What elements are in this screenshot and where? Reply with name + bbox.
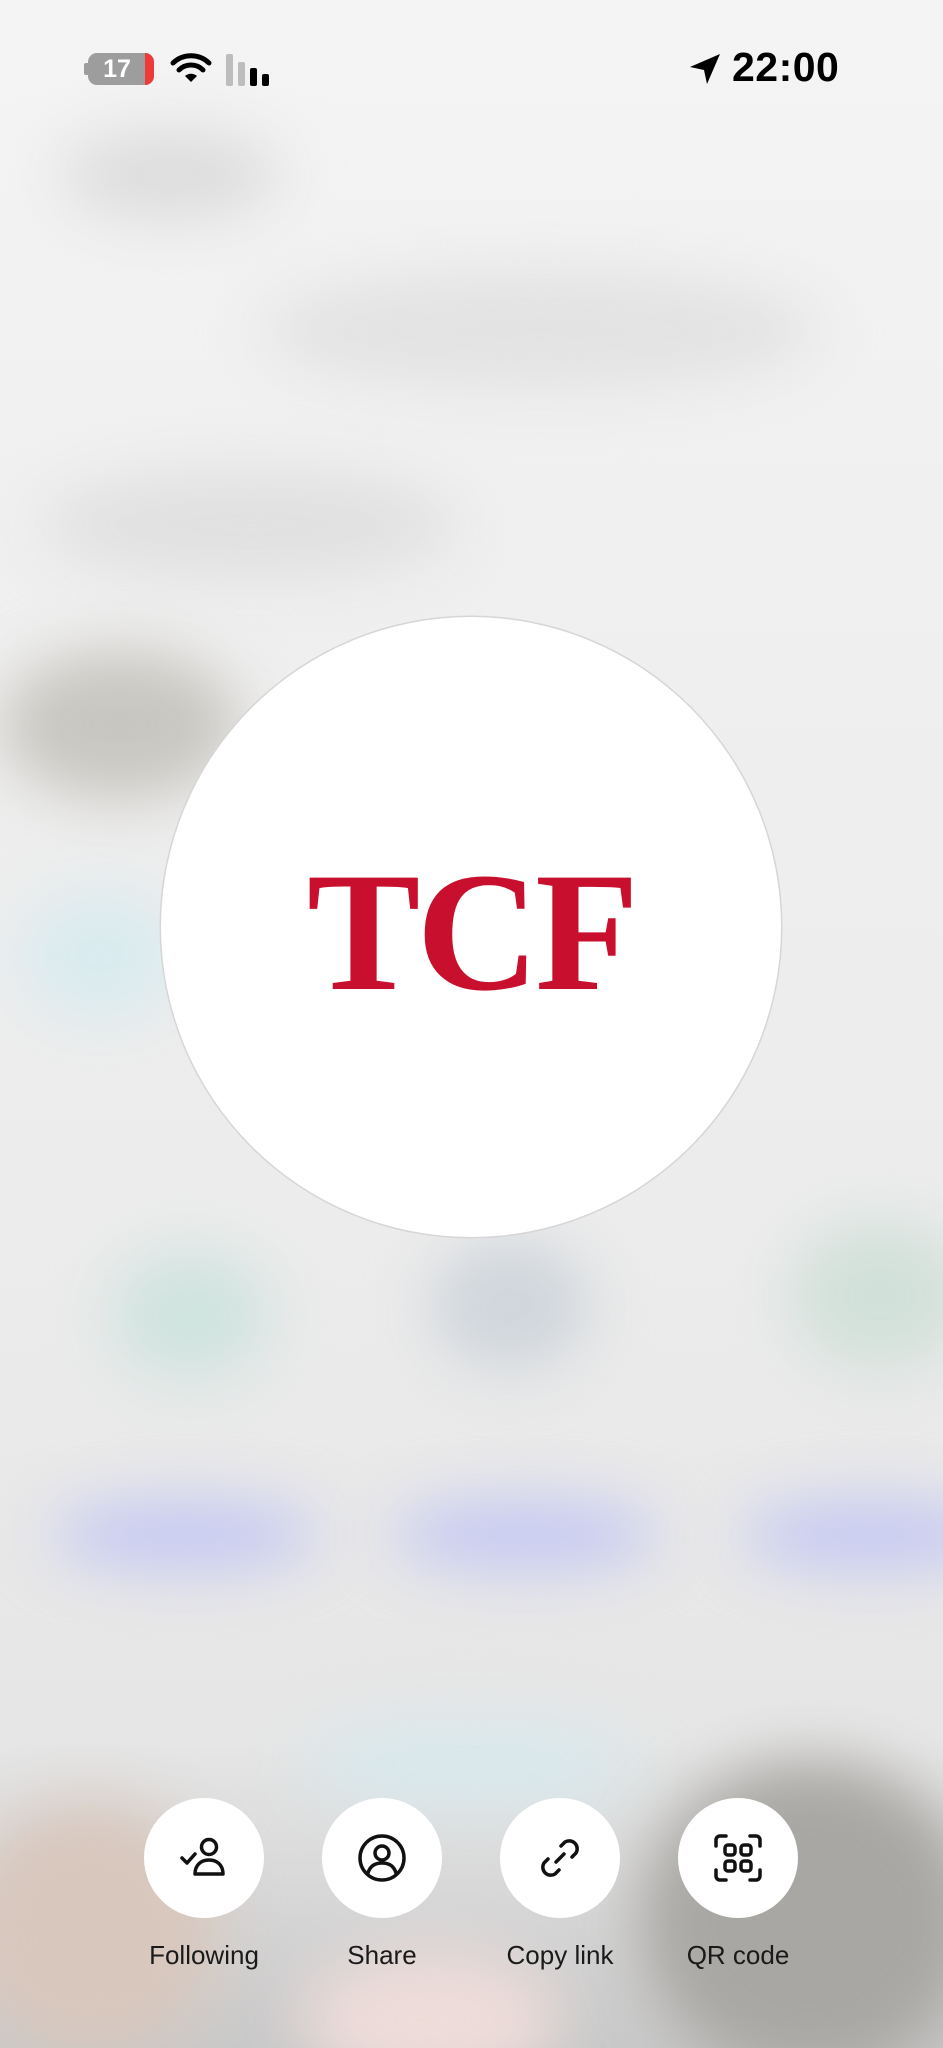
following-label: Following: [149, 1940, 259, 1970]
profile-avatar: TCF: [161, 617, 781, 1237]
background-blur-shape: [40, 470, 460, 580]
qr-code-label: QR code: [686, 1940, 790, 1970]
background-blur-shape: [740, 1500, 943, 1570]
status-bar: 17 22:00: [0, 0, 943, 140]
person-check-icon: [180, 1837, 225, 1876]
qr-code-button[interactable]: QR code: [648, 1798, 828, 1971]
background-blur-shape: [790, 1220, 943, 1370]
cellular-signal-icon: [226, 54, 269, 86]
background-blur-shape: [60, 130, 280, 220]
background-blur-shape: [260, 270, 820, 390]
following-button-circle[interactable]: [144, 1798, 264, 1918]
background-blur-shape: [50, 1500, 320, 1570]
battery-icon: 17: [88, 53, 154, 85]
share-button-circle[interactable]: [322, 1798, 442, 1918]
link-icon: [541, 1839, 579, 1877]
background-blur-shape: [430, 1240, 590, 1370]
background-blur-shape: [300, 1720, 640, 1810]
wifi-icon: [170, 53, 212, 82]
background-blur-shape: [110, 1250, 270, 1380]
status-time: 22:00: [732, 44, 840, 90]
battery-level: 17: [103, 55, 131, 83]
background-blur-shape: [390, 1500, 660, 1570]
qr-code-icon: [714, 1834, 762, 1882]
share-button[interactable]: Share: [292, 1798, 472, 1971]
location-arrow-icon: [690, 54, 720, 84]
qr-code-button-circle[interactable]: [678, 1798, 798, 1918]
tcf-logo: TCF: [307, 838, 639, 1026]
share-label: Share: [347, 1940, 417, 1970]
battery-low-indicator: [145, 53, 154, 85]
person-circle-icon: [358, 1834, 406, 1882]
following-button[interactable]: Following: [114, 1798, 294, 1971]
copy-link-button[interactable]: Copy link: [470, 1798, 650, 1971]
copy-link-label: Copy link: [506, 1940, 614, 1970]
copy-link-button-circle[interactable]: [500, 1798, 620, 1918]
background-blur-shape: [20, 890, 180, 1020]
